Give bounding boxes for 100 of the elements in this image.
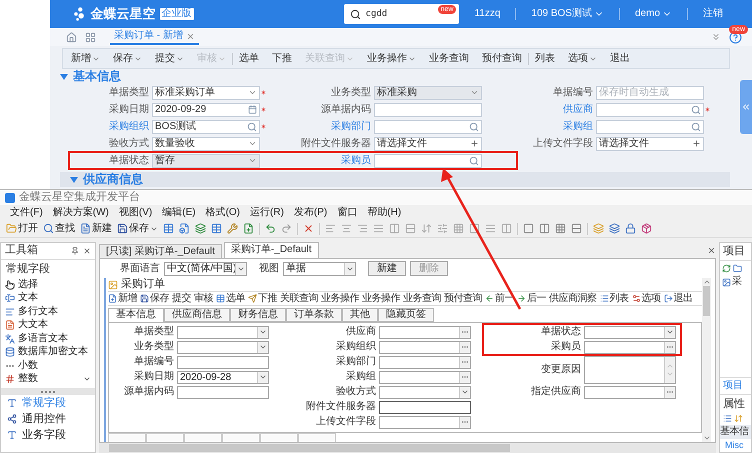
form-tab[interactable]: 其他 [342, 308, 378, 322]
align-icon[interactable] [373, 223, 384, 234]
toolbar-button[interactable]: 列表 [600, 292, 628, 304]
toolbar-button[interactable]: 选项 [632, 292, 660, 304]
menu-item[interactable]: 解决方案(W) [52, 206, 109, 218]
select-field[interactable]: 单据 [283, 262, 356, 276]
header-menu[interactable]: demo [618, 8, 687, 20]
toolbar-button[interactable]: 业务查询 [429, 52, 469, 64]
lookup-field[interactable] [596, 120, 704, 134]
file-field[interactable]: 请选择文件 [596, 136, 704, 150]
select-field[interactable]: 2020-09-28 [177, 370, 269, 384]
menu-item[interactable]: 窗口 [337, 206, 358, 218]
form-tab[interactable]: 财务信息 [230, 308, 286, 322]
toolbar-button[interactable]: 业务操作 [362, 292, 400, 304]
input-field[interactable] [177, 356, 269, 368]
section-toggle-icon[interactable] [70, 176, 78, 182]
toolbar-button[interactable]: 提交 [155, 52, 184, 64]
scrollbar[interactable] [99, 443, 716, 453]
collapse-tab[interactable] [740, 80, 752, 134]
menu-item[interactable]: 发布(P) [294, 206, 328, 218]
lookup-field[interactable] [379, 370, 471, 384]
spacing-icon[interactable] [421, 223, 432, 234]
table-icon[interactable] [163, 223, 174, 234]
rows-icon[interactable] [405, 223, 416, 234]
toolbar-button[interactable]: 保存 [117, 222, 158, 234]
lookup-field[interactable] [379, 356, 471, 368]
grid-icon[interactable] [555, 223, 566, 234]
field-link[interactable]: 采购员 [292, 154, 374, 166]
toolbox-item[interactable]: 整数 [1, 372, 95, 386]
layers-icon[interactable] [609, 223, 620, 234]
folder-icon[interactable] [733, 264, 742, 274]
columns-icon[interactable] [389, 223, 400, 234]
toolbar-button[interactable]: 业务操作 [321, 292, 359, 304]
columns-icon[interactable] [501, 223, 512, 234]
columns-icon[interactable] [539, 223, 550, 234]
package-icon[interactable] [641, 223, 652, 234]
toolbar-button[interactable]: 列表 [535, 52, 555, 64]
toolbar-button[interactable]: 选单 [216, 292, 245, 304]
file-field[interactable]: 请选择文件 [374, 136, 482, 150]
double-chevron-icon[interactable] [711, 32, 721, 42]
toolbar-button[interactable]: 选项 [568, 52, 597, 64]
menu-item[interactable]: 运行(R) [250, 206, 284, 218]
form-tab[interactable]: 供应商信息 [164, 308, 230, 322]
form-icon[interactable] [179, 223, 190, 234]
lookup-field[interactable] [379, 416, 471, 428]
toolbar-button[interactable]: 新建 [80, 222, 112, 234]
square-icon[interactable] [469, 223, 480, 234]
field-link[interactable]: 采购组织 [70, 120, 152, 132]
form-tab[interactable]: 基本信息 [108, 308, 164, 322]
toolbar-button[interactable]: 保存 [113, 52, 142, 64]
toolbox-item[interactable]: 多语言文本 [1, 332, 95, 346]
toolbar-button[interactable]: 后一 [517, 292, 546, 304]
toolbar-button[interactable]: 审核 [194, 292, 213, 304]
toolbox-item[interactable]: 选择 [1, 278, 95, 292]
menu-item[interactable]: 视图(V) [118, 206, 152, 218]
splitter-grip[interactable] [1, 388, 95, 396]
field-link[interactable]: 采购组 [514, 120, 596, 132]
menu-item[interactable]: 编辑(E) [162, 206, 196, 218]
rows-icon[interactable] [571, 223, 582, 234]
align-icon[interactable] [485, 223, 496, 234]
home-icon[interactable] [66, 32, 77, 42]
toolbar-button[interactable]: 选单 [239, 52, 259, 64]
delete-icon[interactable] [303, 223, 314, 234]
select-field[interactable] [584, 326, 676, 338]
text-area[interactable] [584, 356, 676, 384]
toolbar-button[interactable]: 下推 [272, 52, 292, 64]
toolbar-button[interactable]: 供应商洞察 [549, 292, 596, 304]
date-field[interactable]: 2020-09-29 [152, 102, 260, 116]
toolbox-item[interactable]: 文本 [1, 292, 95, 306]
header-menu[interactable]: 注销 [687, 8, 738, 20]
select-field[interactable] [379, 386, 471, 398]
select-field[interactable]: 数量验收 [152, 136, 260, 150]
close-icon[interactable] [707, 246, 716, 254]
toolbox-item[interactable]: 小数 [1, 359, 95, 373]
align-icon[interactable] [357, 223, 368, 234]
header-menu[interactable]: 109 BOS测试 [515, 8, 619, 20]
form-tab[interactable]: 隐藏页签 [378, 308, 434, 322]
file-add-icon[interactable] [243, 223, 254, 234]
toolbar-button[interactable]: 打开 [6, 222, 38, 234]
undo-icon[interactable] [265, 223, 276, 234]
tree-item[interactable]: 采 [722, 276, 749, 288]
help-icon[interactable] [729, 30, 742, 44]
toolbar-button[interactable]: 下推 [248, 292, 277, 304]
document-tab[interactable]: [只读] 采购订单-_Default [99, 244, 222, 258]
list-icon[interactable] [723, 414, 732, 424]
menu-item[interactable]: 格式(O) [206, 206, 240, 218]
menu-item[interactable]: 文件(F) [10, 206, 43, 218]
toolbar-button[interactable]: 新增 [71, 52, 100, 64]
scrollbar[interactable] [702, 278, 711, 442]
toolbox-category[interactable]: 常规字段 [1, 395, 95, 412]
frame-icon[interactable] [523, 223, 534, 234]
select-field[interactable] [177, 326, 269, 338]
toolbox-category[interactable]: 业务字段 [1, 427, 95, 444]
table-icon[interactable] [211, 223, 222, 234]
toolbar-button[interactable]: 业务查询 [403, 292, 441, 304]
document-tab[interactable]: 采购订单-_Default [224, 242, 318, 258]
toolbar-button[interactable]: 查找 [43, 222, 75, 234]
select-field[interactable]: 标准采购订单 [152, 86, 260, 100]
pin-icon[interactable] [71, 247, 79, 255]
toolbar-button[interactable]: 业务操作 [367, 52, 416, 64]
